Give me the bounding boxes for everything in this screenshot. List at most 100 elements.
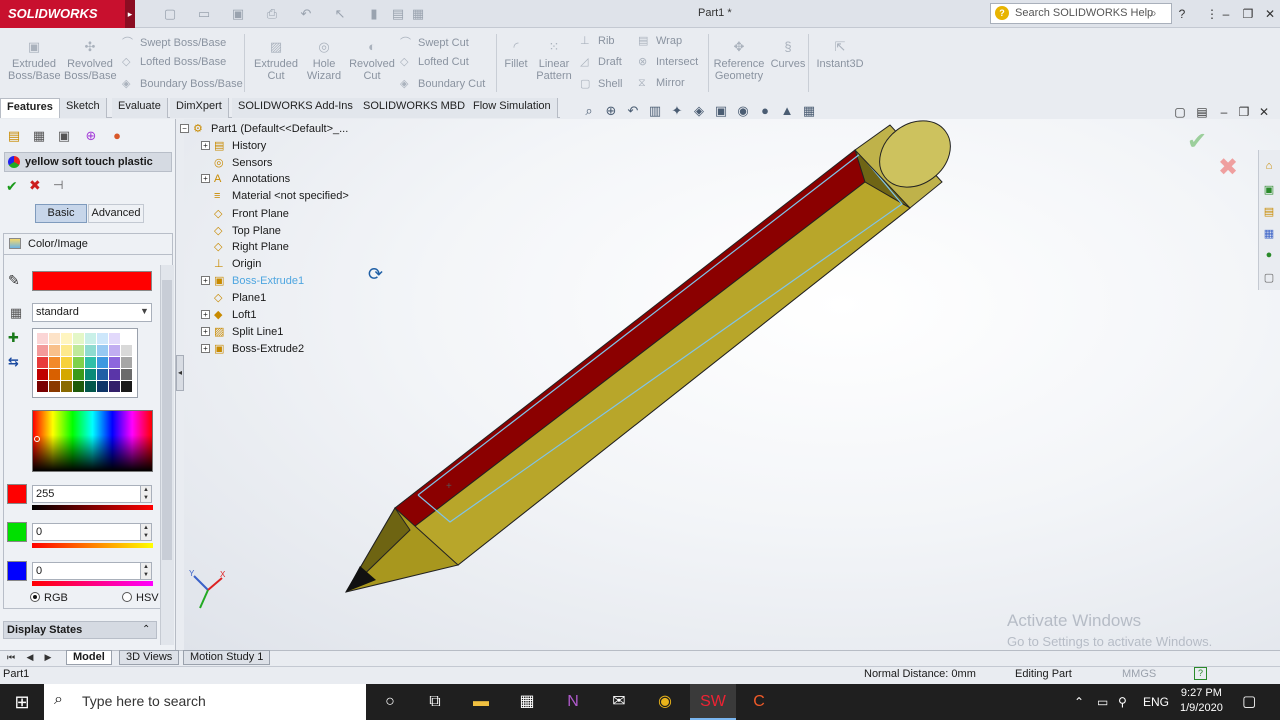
curves-button[interactable]: § Curves — [770, 40, 806, 71]
palette-swatch[interactable] — [73, 333, 84, 344]
intersect-button[interactable]: ⊗ Intersect — [638, 55, 698, 68]
tab-evaluate[interactable]: Evaluate — [112, 98, 168, 118]
add-swatch-icon[interactable]: ✚ — [8, 330, 19, 346]
new-icon[interactable]: ▢ — [162, 6, 178, 22]
tree-item[interactable]: + ▣ Boss-Extrude1 — [201, 274, 304, 290]
help-status-icon[interactable]: ? — [1194, 667, 1207, 680]
3d-views-tab[interactable]: 3D Views — [119, 650, 180, 665]
extruded-boss-button[interactable]: ▣ Extruded Boss/Base — [8, 40, 61, 83]
collapse-icon[interactable]: − — [180, 124, 189, 133]
green-slider[interactable] — [32, 543, 153, 548]
store-icon[interactable]: ▦ — [504, 684, 550, 720]
wrap-button[interactable]: ▤ Wrap — [638, 34, 682, 47]
solidworks-taskbar-icon[interactable]: SW — [690, 684, 736, 720]
expand-icon[interactable]: + — [201, 310, 210, 319]
tree-item[interactable]: ◇ Right Plane — [201, 240, 289, 256]
expand-icon[interactable]: + — [201, 326, 210, 336]
tree-item[interactable]: ≡ Material <not specified> — [201, 190, 349, 206]
viewport-restore-icon[interactable]: ❐ — [1236, 104, 1252, 120]
shell-button[interactable]: ▢ Shell — [580, 77, 622, 90]
palette-swatch[interactable] — [109, 345, 120, 356]
prev-tab-nav-icon[interactable]: ◀ — [22, 650, 38, 664]
expand-icon[interactable]: + — [201, 343, 210, 353]
viewport-tile-icon[interactable]: ▢ — [1172, 104, 1188, 120]
search-icon[interactable]: ⌕ — [1150, 6, 1157, 21]
red-spinner-icon[interactable]: ▲ ▼ — [140, 485, 152, 503]
palette-swatch[interactable] — [73, 369, 84, 380]
boundary-cut-button[interactable]: ◈ Boundary Cut — [400, 77, 485, 90]
help-dropdown-icon[interactable]: ? — [1174, 6, 1190, 22]
reference-geometry-button[interactable]: ✥ Reference Geometry — [712, 40, 766, 83]
swept-cut-button[interactable]: ⌒ Swept Cut — [400, 34, 469, 50]
swept-boss-button[interactable]: ⌒ Swept Boss/Base — [122, 34, 226, 50]
select-icon[interactable]: ↖ — [332, 6, 348, 22]
spectrum-marker[interactable] — [34, 436, 40, 442]
feature-manager-tab-icon[interactable]: ▤ — [3, 126, 25, 146]
save-icon[interactable]: ▣ — [230, 6, 246, 22]
draft-button[interactable]: ◿ Draft — [580, 55, 622, 68]
rgb-radio[interactable]: RGB — [30, 592, 68, 604]
eyedropper-icon[interactable]: ✎ — [8, 272, 20, 289]
design-library-icon[interactable]: ▤ — [1262, 205, 1276, 219]
file-properties-icon[interactable]: ▤ — [390, 6, 406, 22]
extruded-cut-button[interactable]: ▨ Extruded Cut — [252, 40, 300, 83]
palette-swatch[interactable] — [97, 357, 108, 368]
palette-swatch[interactable] — [97, 369, 108, 380]
minimize-icon[interactable]: – — [1218, 6, 1234, 22]
blue-spinner-icon[interactable]: ▲ ▼ — [140, 562, 152, 580]
viewport-minimize-icon[interactable]: – — [1216, 104, 1232, 120]
motion-study-tab[interactable]: Motion Study 1 — [183, 650, 271, 665]
tray-chevron-icon[interactable]: ⌃ — [1074, 684, 1084, 720]
appearances-icon[interactable]: ● — [1262, 249, 1276, 263]
file-explorer-taskbar-icon[interactable]: ▬ — [458, 684, 504, 720]
palette-swatch[interactable] — [49, 345, 60, 356]
close-icon[interactable]: ✕ — [1262, 6, 1278, 22]
cancel-x-icon[interactable]: ✖ — [29, 177, 41, 194]
palette-select[interactable]: standard — [32, 303, 152, 322]
first-tab-nav-icon[interactable]: ⏮ — [3, 650, 19, 664]
palette-swatch[interactable] — [121, 381, 132, 392]
property-manager-tab-icon[interactable]: ▦ — [28, 126, 50, 146]
taskbar-clock[interactable]: 9:27 PM 1/9/2020 — [1180, 686, 1223, 716]
rib-button[interactable]: ⊥ Rib — [580, 34, 615, 47]
palette-swatch[interactable] — [49, 381, 60, 392]
palette-swatch[interactable] — [109, 333, 120, 344]
tree-item[interactable]: + ▤ History — [201, 139, 266, 155]
undo-icon[interactable]: ↶ — [298, 6, 314, 22]
configuration-manager-tab-icon[interactable]: ▣ — [53, 126, 75, 146]
palette-swatch[interactable] — [49, 333, 60, 344]
model-tab[interactable]: Model — [66, 650, 112, 665]
expand-icon[interactable]: + — [201, 141, 210, 150]
help-search-input[interactable]: Search SOLIDWORKS Help — [990, 3, 1172, 24]
palette-swatch[interactable] — [121, 345, 132, 356]
fillet-button[interactable]: ◜ Fillet — [500, 40, 532, 71]
tree-item[interactable]: ⊥ Origin — [201, 257, 261, 273]
remove-swatch-icon[interactable]: ⇆ — [8, 354, 19, 370]
onenote-icon[interactable]: N — [550, 684, 596, 720]
tree-item[interactable]: ◎ Sensors — [201, 156, 272, 172]
battery-icon[interactable]: ▭ — [1097, 684, 1108, 720]
tab-features[interactable]: Features — [0, 98, 60, 118]
tree-item[interactable]: ◇ Front Plane — [201, 207, 289, 223]
palette-swatch[interactable] — [37, 345, 48, 356]
panel-collapse-handle[interactable]: ◂ — [176, 355, 184, 391]
confirm-corner-ok-icon[interactable]: ✔ — [1187, 127, 1207, 156]
task-view-icon[interactable]: ⧉ — [412, 684, 458, 720]
palette-swatch[interactable] — [85, 357, 96, 368]
lofted-cut-button[interactable]: ◇ Lofted Cut — [400, 55, 469, 68]
collapse-chevron-icon[interactable]: ⌃ — [142, 624, 150, 635]
palette-swatch[interactable] — [85, 345, 96, 356]
palette-swatch[interactable] — [61, 345, 72, 356]
next-tab-nav-icon[interactable]: ▶ — [40, 650, 56, 664]
instant3d-button[interactable]: ⇱ Instant3D — [814, 40, 866, 71]
restore-icon[interactable]: ❐ — [1240, 6, 1256, 22]
palette-swatch[interactable] — [97, 333, 108, 344]
tree-item[interactable]: ◇ Top Plane — [201, 224, 281, 240]
blue-slider[interactable] — [32, 581, 153, 586]
current-color-swatch[interactable] — [32, 271, 152, 291]
palette-swatch[interactable] — [73, 357, 84, 368]
palette-swatch[interactable] — [85, 381, 96, 392]
palette-swatch[interactable] — [109, 381, 120, 392]
tab-sketch[interactable]: Sketch — [60, 98, 107, 118]
revolved-cut-button[interactable]: ◐ Revolved Cut — [348, 40, 396, 83]
